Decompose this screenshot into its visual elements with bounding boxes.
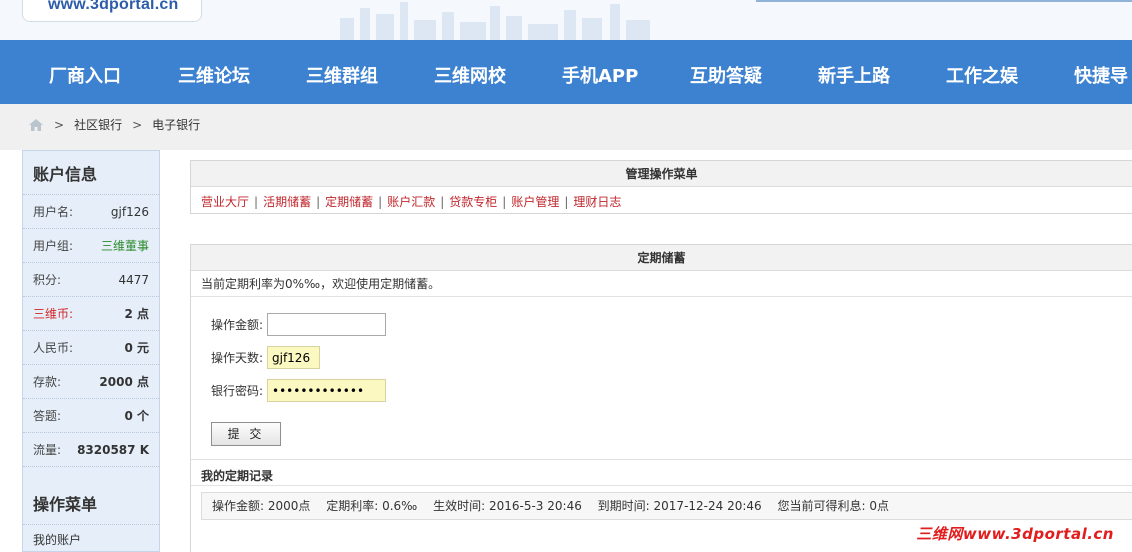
menu-link-account-manage[interactable]: 账户管理 [511, 195, 559, 209]
days-input[interactable] [267, 346, 320, 369]
menu-link-lobby[interactable]: 营业大厅 [201, 195, 249, 209]
site-logo-text[interactable]: www.3dportal.cn [48, 0, 178, 14]
record-end-time: 到期时间: 2017-12-24 20:46 [597, 499, 762, 513]
row-label: 人民币: [33, 341, 74, 355]
row-label: 答题: [33, 409, 62, 423]
breadcrumb-item-community-bank[interactable]: 社区银行 [74, 116, 122, 133]
records-title: 我的定期记录 [201, 469, 274, 483]
amount-label: 操作金额: [211, 318, 264, 332]
menu-separator: | [254, 195, 259, 209]
menu-separator: | [316, 195, 321, 209]
row-value: 8320587 K [77, 442, 149, 457]
row-value: 2 点 [124, 307, 149, 321]
row-label: 用户名: [33, 205, 74, 219]
nav-item-newbie[interactable]: 新手上路 [818, 62, 890, 88]
row-value: gjf126 [110, 204, 149, 219]
city-skyline-illustration [340, 2, 650, 40]
row-label: 存款: [33, 375, 62, 389]
nav-item-qa[interactable]: 互助答疑 [690, 62, 762, 88]
row-label: 三维币: [33, 307, 74, 321]
days-row: 操作天数: [211, 346, 320, 369]
account-row-rmb: 人民币: 0 元 [23, 331, 159, 365]
record-amount: 操作金额: 2000点 [212, 499, 311, 513]
nav-item-quick-nav[interactable]: 快捷导 [1074, 62, 1128, 88]
menu-link-fixed-deposit[interactable]: 定期储蓄 [325, 195, 373, 209]
menu-separator: | [440, 195, 445, 209]
account-row-3d-coins: 三维币: 2 点 [23, 297, 159, 331]
row-value: 2000 点 [99, 375, 149, 389]
menu-link-demand-deposit[interactable]: 活期储蓄 [263, 195, 311, 209]
row-value[interactable]: 三维董事 [101, 237, 149, 254]
breadcrumb-separator: > [132, 117, 143, 132]
password-label: 银行密码: [211, 384, 264, 398]
operation-menu-title: 操作菜单 [23, 477, 159, 525]
row-value: 0 个 [124, 409, 149, 423]
menu-link-finance-log[interactable]: 理财日志 [573, 195, 621, 209]
menu-link-loans[interactable]: 贷款专柜 [449, 195, 497, 209]
menu-separator: | [502, 195, 507, 209]
account-sidebar: 账户信息 用户名: gjf126 用户组: 三维董事 积分: 4477 三维币:… [22, 150, 160, 552]
nav-item-school[interactable]: 三维网校 [434, 62, 506, 88]
record-interest: 您当前可得利息: 0点 [777, 499, 890, 513]
password-row: 银行密码: [211, 379, 386, 402]
record-start-time: 生效时间: 2016-5-3 20:46 [433, 499, 582, 513]
nav-item-forum[interactable]: 三维论坛 [178, 62, 250, 88]
site-watermark: 三维网www.3dportal.cn [916, 525, 1114, 543]
row-value: 4477 [118, 272, 149, 287]
nav-item-leisure[interactable]: 工作之娱 [946, 62, 1018, 88]
fixed-deposit-title: 定期储蓄 [191, 245, 1132, 271]
divider [191, 485, 1132, 486]
rate-notice: 当前定期利率为0%‰，欢迎使用定期储蓄。 [191, 271, 1132, 297]
record-rate: 定期利率: 0.6‰ [326, 499, 418, 513]
fixed-deposit-panel: 定期储蓄 当前定期利率为0%‰，欢迎使用定期储蓄。 操作金额: 操作天数: 银行… [190, 244, 1132, 552]
menu-link-remittance[interactable]: 账户汇款 [387, 195, 435, 209]
account-row-answers: 答题: 0 个 [23, 399, 159, 433]
main-nav: 厂商入口 三维论坛 三维群组 三维网校 手机APP 互助答疑 新手上路 工作之娱… [0, 40, 1132, 104]
breadcrumb: > 社区银行 > 电子银行 [28, 116, 200, 133]
row-label: 流量: [33, 443, 62, 457]
divider [191, 459, 1132, 460]
breadcrumb-item-ebank[interactable]: 电子银行 [152, 116, 200, 133]
menu-separator: | [378, 195, 383, 209]
amount-input[interactable] [267, 313, 386, 336]
submit-button[interactable]: 提 交 [211, 422, 281, 446]
nav-item-groups[interactable]: 三维群组 [306, 62, 378, 88]
deposit-record-row: 操作金额: 2000点 定期利率: 0.6‰ 生效时间: 2016-5-3 20… [201, 492, 1132, 520]
manage-menu-title: 管理操作菜单 [191, 161, 1132, 187]
sidebar-item-my-account[interactable]: 我的账户 [33, 531, 81, 548]
account-row-usergroup: 用户组: 三维董事 [23, 229, 159, 263]
menu-separator: | [564, 195, 569, 209]
site-banner: www.3dportal.cn [0, 0, 1132, 40]
home-icon[interactable] [28, 118, 44, 132]
row-label: 用户组: [33, 239, 74, 253]
password-input[interactable] [267, 379, 386, 402]
manage-menu-panel: 管理操作菜单 营业大厅 | 活期储蓄 | 定期储蓄 | 账户汇款 | 贷款专柜 | 账户管理 | 理财日… [190, 160, 1132, 214]
row-value: 0 元 [124, 341, 149, 355]
account-row-deposit: 存款: 2000 点 [23, 365, 159, 399]
banner-divider-line [756, 0, 1132, 2]
account-info-title: 账户信息 [23, 151, 159, 195]
account-row-traffic: 流量: 8320587 K [23, 433, 159, 467]
days-label: 操作天数: [211, 351, 264, 365]
account-row-points: 积分: 4477 [23, 263, 159, 297]
manage-menu-links: 营业大厅 | 活期储蓄 | 定期储蓄 | 账户汇款 | 贷款专柜 | 账户管理 | 理财日志 [191, 187, 1132, 210]
breadcrumb-separator: > [54, 117, 65, 132]
amount-row: 操作金额: [211, 313, 386, 336]
account-row-username: 用户名: gjf126 [23, 195, 159, 229]
row-label: 积分: [33, 273, 62, 287]
nav-item-mobile-app[interactable]: 手机APP [562, 62, 638, 88]
nav-item-vendor[interactable]: 厂商入口 [49, 62, 121, 88]
